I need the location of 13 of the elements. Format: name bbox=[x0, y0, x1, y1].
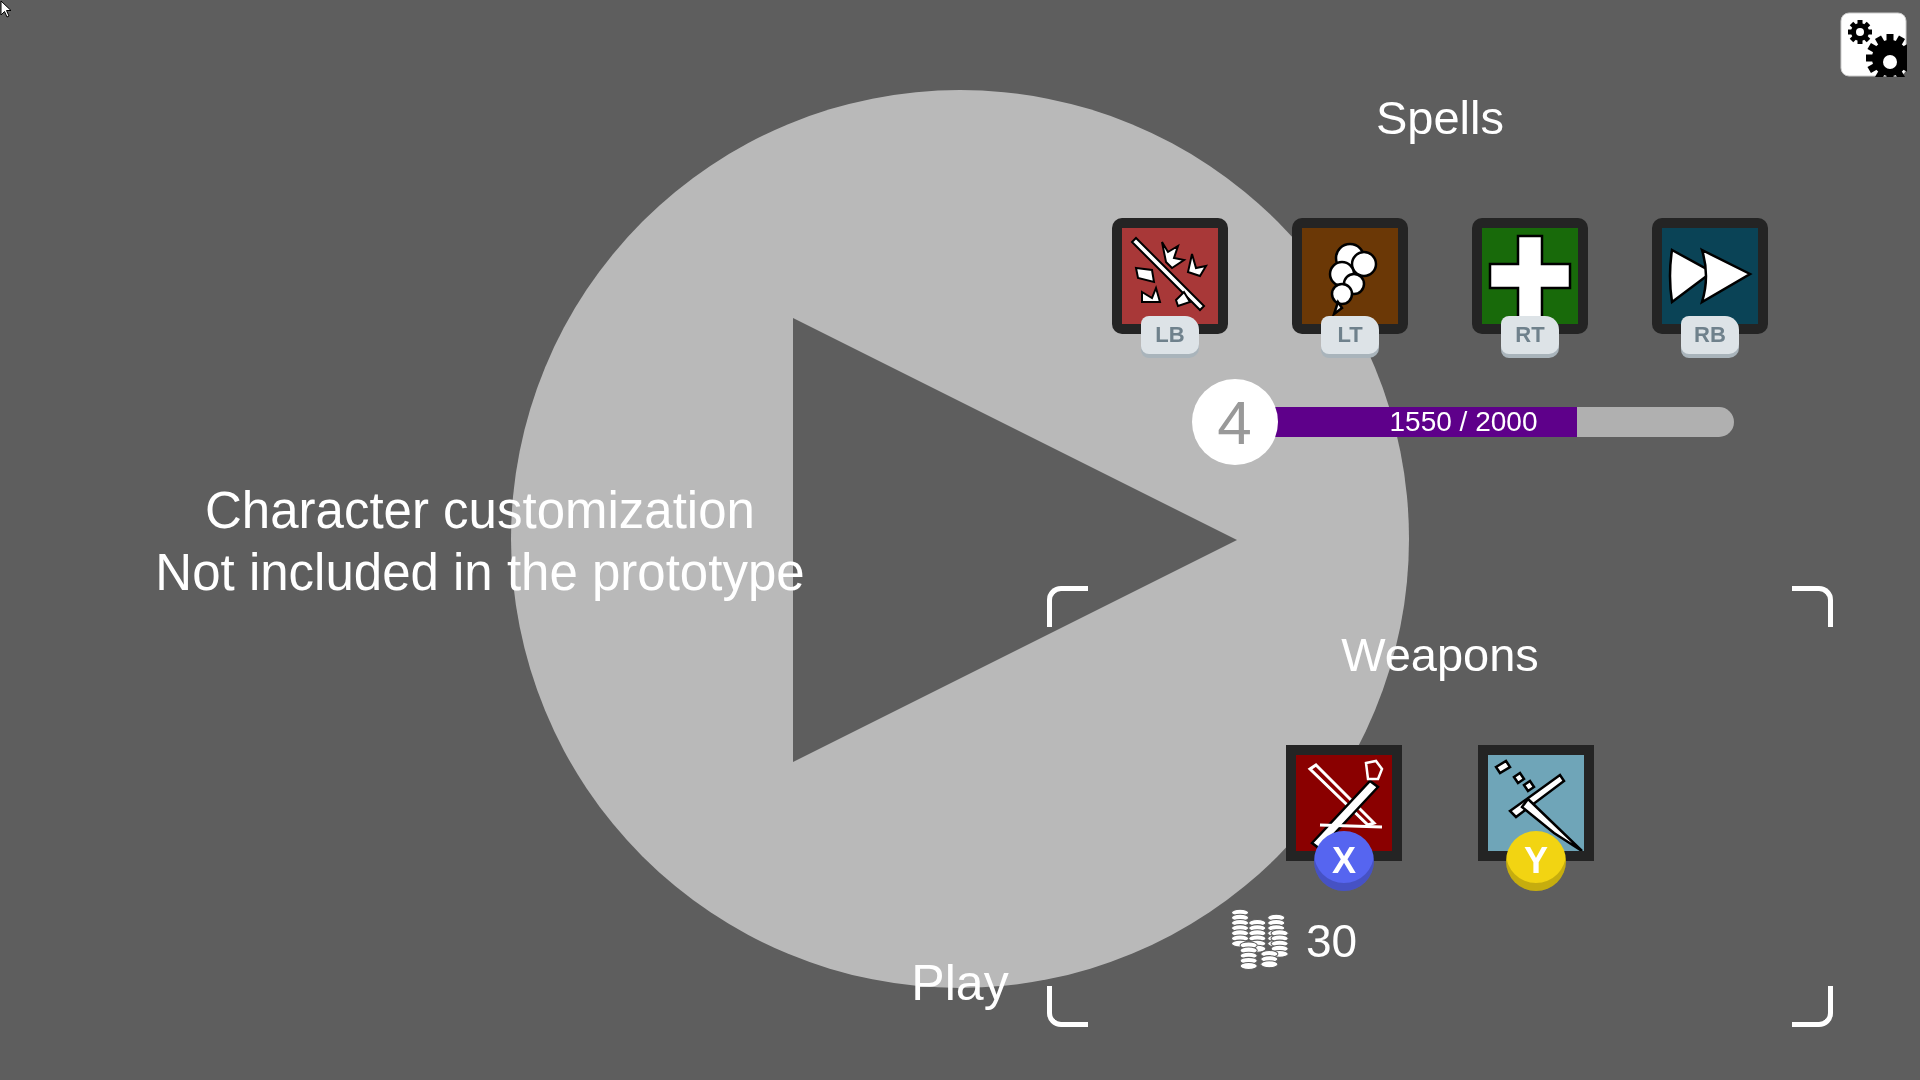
button-badge: X bbox=[1314, 831, 1374, 891]
button-badge: Y bbox=[1506, 831, 1566, 891]
weapon-slot[interactable]: Y bbox=[1478, 745, 1594, 891]
section-title: Spells bbox=[1376, 90, 1504, 146]
frame-corner bbox=[1792, 986, 1833, 1027]
coin-count: 30 bbox=[1306, 914, 1358, 968]
settings-icon[interactable] bbox=[1840, 12, 1907, 77]
xp-text: 1550 / 2000 bbox=[1389, 406, 1538, 438]
frame-corner bbox=[1792, 586, 1833, 627]
weapon-slot[interactable]: X bbox=[1286, 745, 1402, 891]
level-badge: 4 bbox=[1191, 379, 1278, 465]
cursor-icon bbox=[0, 0, 12, 18]
frame-corner bbox=[1047, 986, 1088, 1027]
